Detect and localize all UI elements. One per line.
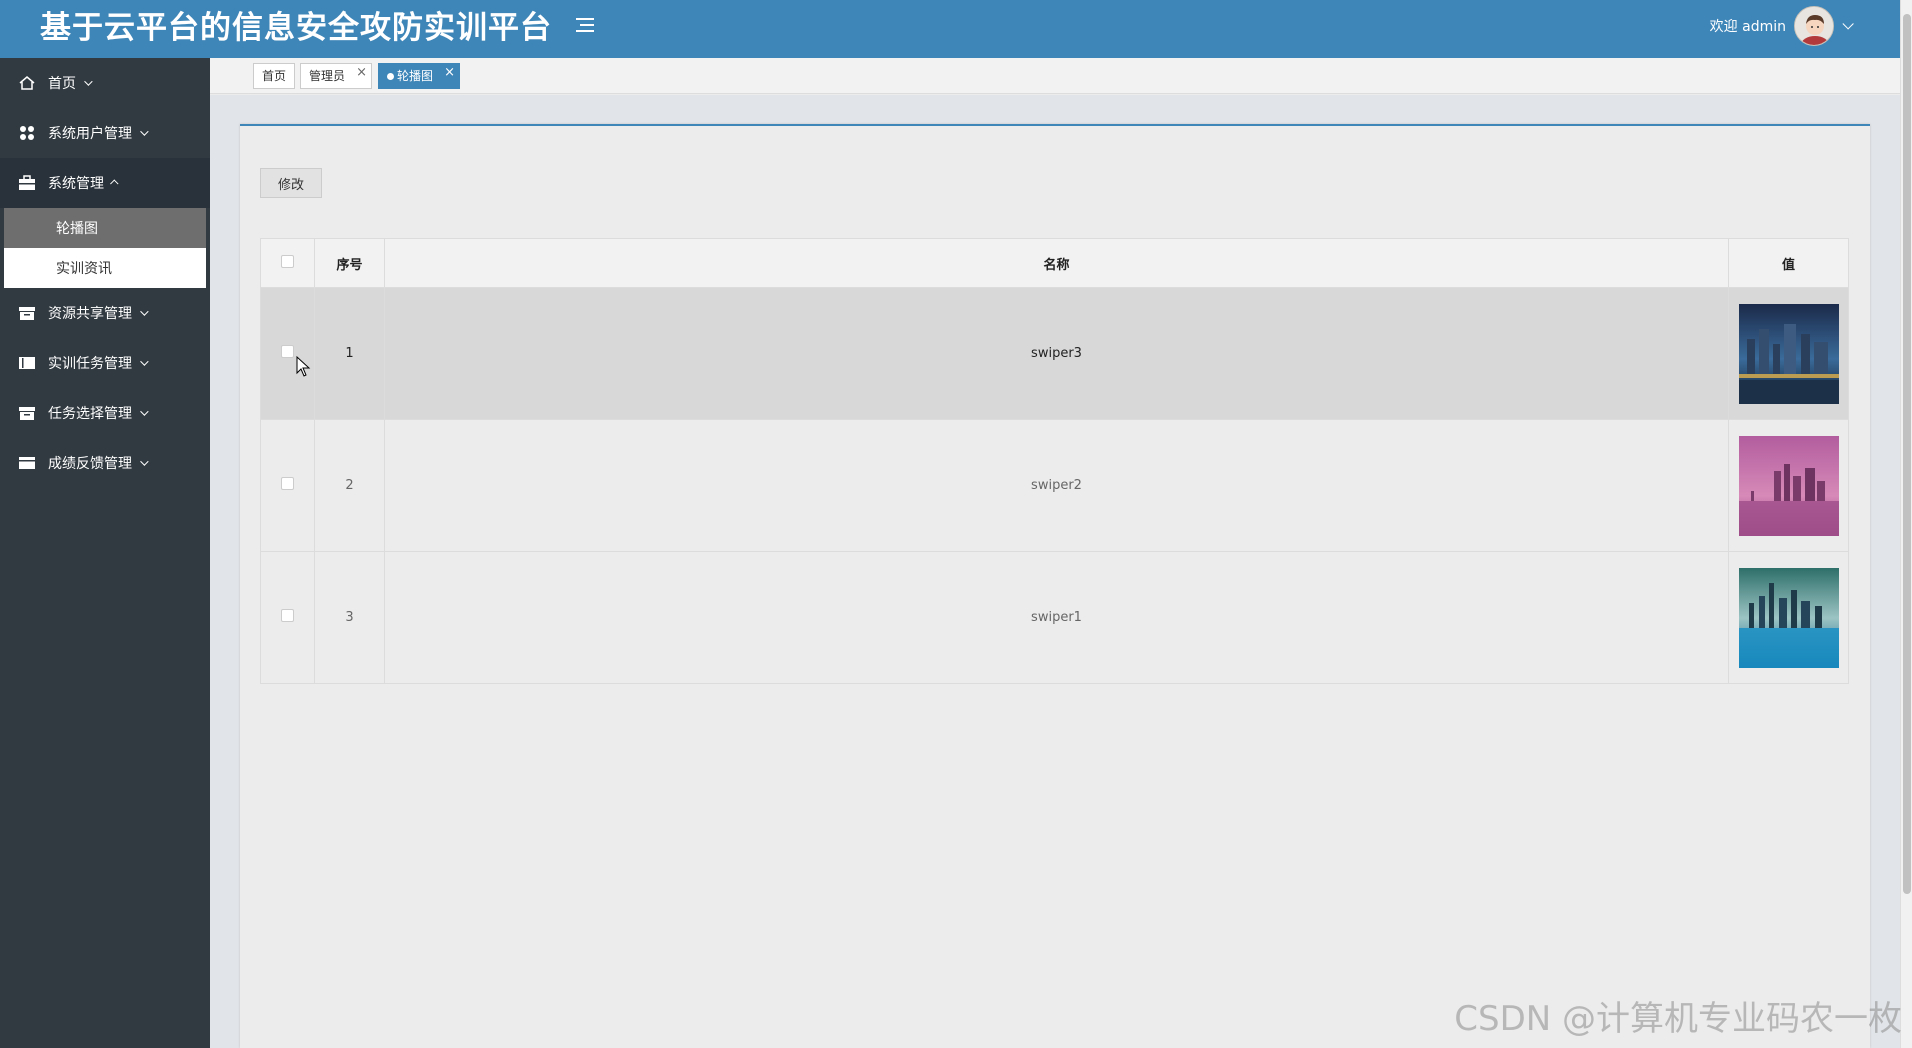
main-panel: 修改 序号 名称 值 1 swiper3 2 swiper2 3 swiper1 <box>240 124 1870 1048</box>
sidebar-item-label: 实训任务管理 <box>48 356 132 372</box>
column-header-value: 值 <box>1728 238 1849 288</box>
edit-button[interactable]: 修改 <box>260 168 322 198</box>
chevron-down-icon <box>140 357 149 366</box>
city-pink-image <box>1738 435 1839 536</box>
chevron-down-icon[interactable] <box>1842 18 1854 30</box>
tabs-bar: 首页 管理员 × 轮播图 × <box>210 58 1900 94</box>
chevron-down-icon <box>140 407 149 416</box>
sidebar-subitem-training-news[interactable]: 实训资讯 <box>4 248 206 288</box>
briefcase-icon <box>19 175 35 190</box>
chevron-down-icon <box>84 77 93 86</box>
table-header-row: 序号 名称 值 <box>260 238 1849 288</box>
tab-home[interactable]: 首页 <box>253 63 296 89</box>
page-scrollbar[interactable] <box>1900 0 1912 1048</box>
city-teal-image <box>1738 567 1839 668</box>
table-row[interactable]: 2 swiper2 <box>260 419 1849 552</box>
sidebar-item-grade-feedback[interactable]: 成绩反馈管理 <box>0 438 210 488</box>
sidebar-item-resource-sharing[interactable]: 资源共享管理 <box>0 288 210 338</box>
watermark: CSDN @计算机专业码农一枚 <box>1454 999 1902 1039</box>
archive-icon <box>19 407 35 420</box>
select-all-checkbox[interactable] <box>281 254 294 268</box>
sidebar-item-label: 首页 <box>48 76 76 92</box>
sidebar-subitem-carousel[interactable]: 轮播图 <box>4 208 206 248</box>
row-checkbox[interactable] <box>281 609 294 622</box>
chevron-down-icon <box>140 307 149 316</box>
sidebar-item-label: 系统管理 <box>48 176 104 192</box>
app-title: 基于云平台的信息安全攻防实训平台 <box>40 10 552 46</box>
active-dot-icon <box>387 73 394 80</box>
archive-icon <box>19 307 35 320</box>
sidebar-item-label: 资源共享管理 <box>48 306 132 322</box>
grid-icon <box>20 126 34 140</box>
avatar[interactable] <box>1794 6 1834 46</box>
row-name: swiper3 <box>384 287 1729 420</box>
city-night-image <box>1738 303 1839 404</box>
sidebar-item-home[interactable]: 首页 <box>0 58 210 108</box>
home-icon <box>19 76 35 90</box>
chevron-down-icon <box>140 457 149 466</box>
row-value-cell <box>1728 287 1849 420</box>
row-select-cell <box>260 419 315 552</box>
row-index: 2 <box>314 419 385 552</box>
menu-toggle-icon[interactable] <box>576 14 598 36</box>
row-value-cell <box>1728 419 1849 552</box>
table-row[interactable]: 3 swiper1 <box>260 551 1849 684</box>
sidebar-item-label: 任务选择管理 <box>48 406 132 422</box>
scrollbar-thumb[interactable] <box>1903 14 1911 894</box>
sidebar-item-label: 系统用户管理 <box>48 126 132 142</box>
welcome-text: 欢迎 admin <box>1709 19 1786 35</box>
list-icon <box>19 457 35 469</box>
close-icon[interactable]: × <box>444 61 455 85</box>
sidebar-item-system-management[interactable]: 系统管理 <box>0 158 210 208</box>
row-index: 1 <box>314 287 385 420</box>
row-name: swiper1 <box>384 551 1729 684</box>
sidebar: 首页 系统用户管理 系统管理 轮播图 实训资讯 资源共享管理 实训任务管理 任务… <box>0 58 210 1048</box>
select-all-cell <box>260 238 315 288</box>
close-icon[interactable]: × <box>356 61 367 85</box>
row-select-cell <box>260 551 315 684</box>
row-name: swiper2 <box>384 419 1729 552</box>
tab-label: 轮播图 <box>397 69 434 83</box>
column-header-index: 序号 <box>314 238 385 288</box>
table-row[interactable]: 1 swiper3 <box>260 287 1849 420</box>
sidebar-item-task-selection[interactable]: 任务选择管理 <box>0 388 210 438</box>
tab-label: 管理员 <box>309 69 346 83</box>
row-checkbox[interactable] <box>281 345 294 358</box>
tab-carousel[interactable]: 轮播图 × <box>378 61 461 89</box>
chevron-down-icon <box>140 127 149 136</box>
chevron-up-icon <box>110 179 119 188</box>
sidebar-item-system-users[interactable]: 系统用户管理 <box>0 108 210 158</box>
user-menu[interactable]: 欢迎 admin <box>1709 4 1854 48</box>
sidebar-item-training-tasks[interactable]: 实训任务管理 <box>0 338 210 388</box>
mouse-cursor-icon <box>296 356 311 377</box>
row-index: 3 <box>314 551 385 684</box>
top-header: 基于云平台的信息安全攻防实训平台 欢迎 admin <box>0 0 1900 58</box>
submenu-system-management: 轮播图 实训资讯 <box>4 208 206 288</box>
carousel-table: 序号 名称 值 1 swiper3 2 swiper2 3 swiper1 <box>260 238 1849 684</box>
tab-label: 首页 <box>262 69 287 83</box>
row-select-cell <box>260 287 315 420</box>
book-icon <box>19 357 35 369</box>
row-checkbox[interactable] <box>281 477 294 490</box>
row-value-cell <box>1728 551 1849 684</box>
sidebar-item-label: 成绩反馈管理 <box>48 456 132 472</box>
column-header-name: 名称 <box>384 238 1729 288</box>
tab-admin[interactable]: 管理员 × <box>300 61 373 89</box>
